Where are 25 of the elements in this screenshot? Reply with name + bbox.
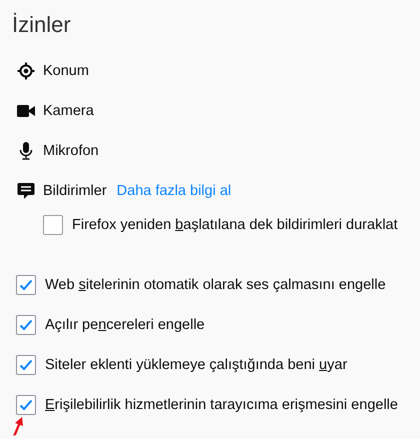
checkbox[interactable] (43, 215, 63, 235)
speech-bubble-icon (16, 182, 34, 200)
learn-more-link[interactable]: Daha fazla bilgi al (116, 183, 232, 199)
permission-label: Bildirimler (43, 183, 107, 199)
microphone-icon (18, 142, 32, 160)
checkbox[interactable] (16, 275, 36, 295)
permission-label: Mikrofon (43, 143, 99, 159)
check-icon (19, 359, 33, 371)
checkbox-label: Açılır pencereleri engelle (45, 317, 205, 333)
location-target-icon (16, 62, 34, 80)
checkbox-label: Siteler eklenti yüklemeye çalıştığında beni uyar (45, 357, 348, 373)
camera-icon (16, 104, 34, 118)
permission-label: Konum (43, 63, 89, 79)
annotation-arrow (12, 417, 24, 437)
permission-label: Kamera (43, 103, 94, 119)
checkbox-label: Web sitelerinin otomatik olarak ses çalmasını engelle (45, 277, 386, 293)
checkbox[interactable] (16, 395, 36, 415)
check-icon (19, 279, 33, 291)
section-title: İzinler (12, 11, 72, 39)
checkbox[interactable] (16, 355, 36, 375)
checkbox-label: Erişilebilirlik hizmetlerinin tarayıcıma erişmesini engelle (45, 397, 398, 413)
check-icon (19, 399, 33, 411)
check-icon (19, 319, 33, 331)
checkbox[interactable] (16, 315, 36, 335)
checkbox-label: Firefox yeniden başlatılana dek bildirimleri duraklat (72, 217, 398, 233)
